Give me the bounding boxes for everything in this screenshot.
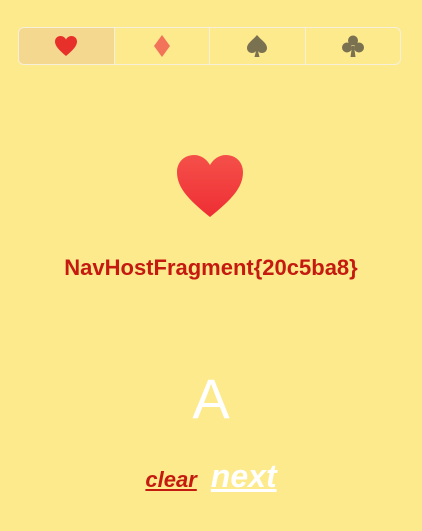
heart-icon: [54, 35, 78, 57]
diamond-icon: [153, 34, 171, 58]
tab-hearts[interactable]: [19, 28, 115, 64]
fragment-label: NavHostFragment{20c5ba8}: [64, 255, 358, 280]
tab-spades[interactable]: [210, 28, 306, 64]
spade-icon: [246, 34, 268, 58]
clear-button[interactable]: clear: [145, 467, 196, 493]
tab-clubs[interactable]: [306, 28, 401, 64]
card-letter: A: [192, 367, 230, 430]
action-row: clear next: [0, 458, 422, 495]
next-button[interactable]: next: [211, 458, 277, 495]
club-icon: [341, 34, 365, 58]
suit-tab-bar: [18, 27, 401, 65]
screen: NavHostFragment{20c5ba8} A clear next: [0, 0, 422, 531]
suit-heart-icon: [175, 153, 245, 219]
tab-diamonds[interactable]: [115, 28, 210, 64]
